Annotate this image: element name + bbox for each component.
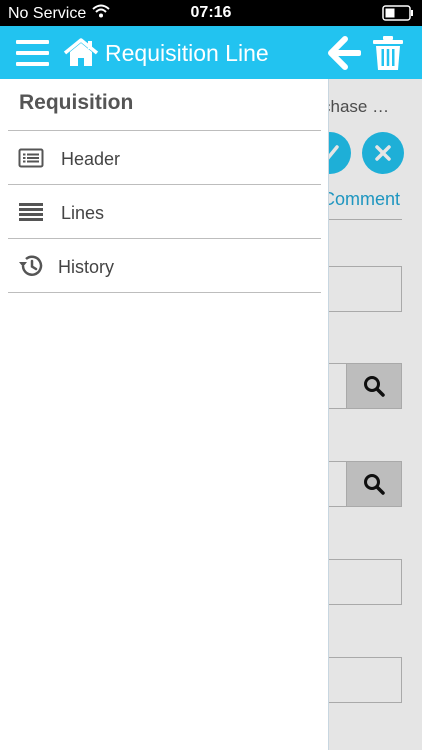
divider [8, 184, 321, 185]
drawer-item-header[interactable]: Header [8, 132, 321, 185]
divider [8, 238, 321, 239]
carrier-label: No Service [8, 4, 87, 22]
header-list-icon [18, 146, 44, 170]
wifi-icon [92, 4, 110, 23]
app-header: Requisition Line [0, 26, 422, 79]
drawer-title: Requisition [19, 91, 134, 114]
divider [8, 292, 321, 293]
status-left: No Service [8, 4, 110, 23]
back-arrow-icon[interactable] [328, 36, 362, 70]
drawer-item-label: Header [61, 149, 121, 169]
trash-icon[interactable] [372, 35, 404, 71]
navigation-drawer: Requisition Header Lines History [0, 79, 329, 750]
status-bar: No Service 07:16 [0, 0, 422, 26]
lines-icon [18, 200, 44, 224]
drawer-item-lines[interactable]: Lines [8, 186, 321, 239]
drawer-item-history[interactable]: History [8, 240, 321, 293]
menu-icon[interactable] [16, 38, 50, 68]
divider [8, 130, 321, 131]
home-icon[interactable] [63, 38, 99, 68]
drawer-item-label: History [58, 257, 115, 277]
history-icon [18, 254, 44, 278]
drawer-item-label: Lines [61, 203, 105, 223]
page-title: Requisition Line [105, 40, 269, 66]
battery-icon [382, 5, 414, 26]
